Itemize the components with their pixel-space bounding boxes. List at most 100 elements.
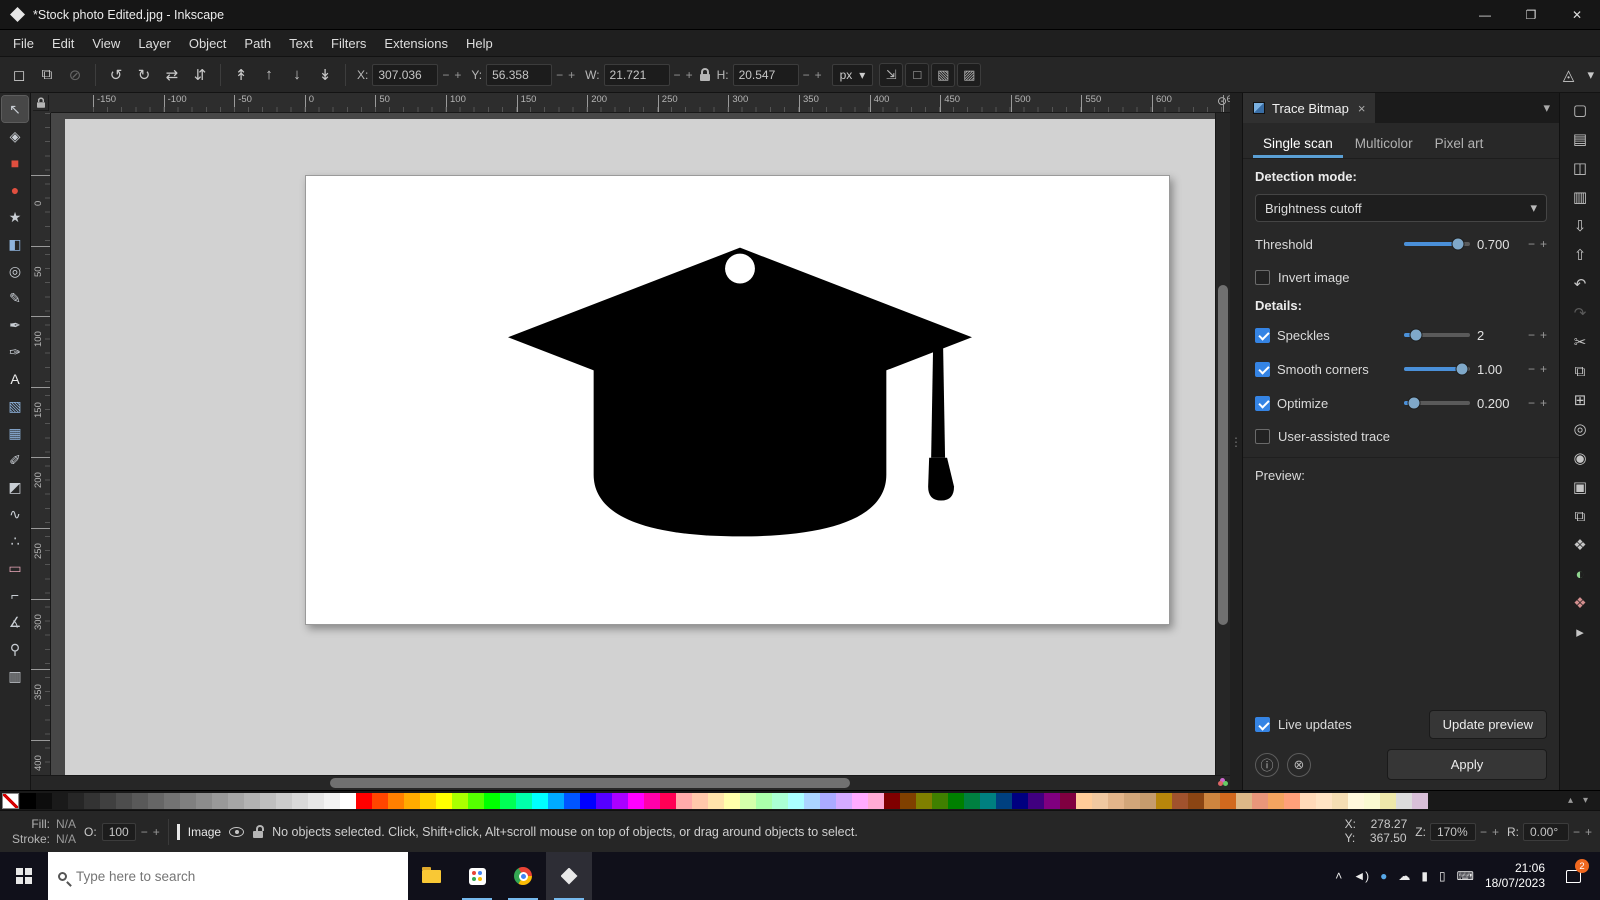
rotation-input[interactable]: 0.00°	[1523, 823, 1569, 841]
menu-path[interactable]: Path	[235, 36, 280, 51]
close-button[interactable]: ✕	[1554, 0, 1600, 29]
document-save-icon[interactable]: ◫	[1568, 156, 1592, 180]
color-swatch[interactable]	[1156, 793, 1172, 809]
color-swatch[interactable]	[228, 793, 244, 809]
color-swatch[interactable]	[884, 793, 900, 809]
color-swatch[interactable]	[1236, 793, 1252, 809]
optimize-value[interactable]: 0.200	[1477, 396, 1521, 411]
vertical-scrollbar[interactable]	[1215, 113, 1230, 775]
invert-image-checkbox[interactable]	[1255, 270, 1270, 285]
taskbar-app-grid[interactable]	[454, 852, 500, 900]
guide-lock-corner[interactable]	[33, 95, 49, 111]
flip-horizontal-icon[interactable]: ⇄	[159, 62, 185, 88]
increment-button[interactable]: +	[1540, 396, 1547, 410]
color-swatch[interactable]	[868, 793, 884, 809]
action-center-button[interactable]: 2	[1556, 852, 1590, 900]
spiral-tool[interactable]: ◎	[2, 258, 28, 284]
pages-tool[interactable]: ▥	[2, 663, 28, 689]
color-swatch[interactable]	[68, 793, 84, 809]
color-swatch[interactable]	[500, 793, 516, 809]
tray-expand-icon[interactable]: ˄	[1335, 869, 1342, 883]
color-management-corner[interactable]	[1215, 775, 1230, 790]
expander-icon[interactable]: ▸	[1568, 620, 1592, 644]
color-swatch[interactable]	[772, 793, 788, 809]
color-swatch[interactable]	[1412, 793, 1428, 809]
battery-icon[interactable]: ▮	[1421, 869, 1428, 883]
decrement-button[interactable]: −	[1528, 237, 1535, 251]
color-swatch[interactable]	[852, 793, 868, 809]
smooth-corners-value[interactable]: 1.00	[1477, 362, 1521, 377]
menu-filters[interactable]: Filters	[322, 36, 375, 51]
smooth-corners-slider[interactable]	[1404, 367, 1470, 371]
flip-vertical-icon[interactable]: ⇵	[187, 62, 213, 88]
mesh-gradient-tool[interactable]: ▦	[2, 420, 28, 446]
width-input[interactable]	[604, 64, 670, 86]
increment-button[interactable]: +	[454, 68, 461, 82]
live-updates-checkbox[interactable]	[1255, 717, 1270, 732]
raise-icon[interactable]: ↑	[256, 62, 282, 88]
color-swatch[interactable]	[532, 793, 548, 809]
dropper-tool[interactable]: ✐	[2, 447, 28, 473]
taskbar-file-explorer[interactable]	[408, 852, 454, 900]
color-swatch[interactable]	[452, 793, 468, 809]
color-swatch[interactable]	[212, 793, 228, 809]
tab-pixel-art[interactable]: Pixel art	[1425, 131, 1494, 158]
color-swatch[interactable]	[964, 793, 980, 809]
lower-icon[interactable]: ↓	[284, 62, 310, 88]
color-swatch[interactable]	[1028, 793, 1044, 809]
calligraphy-tool[interactable]: ✑	[2, 339, 28, 365]
unit-selector[interactable]: px ▾	[832, 64, 874, 86]
trace-bitmap-panel-tab[interactable]: Trace Bitmap ×	[1243, 93, 1375, 123]
color-swatch[interactable]	[644, 793, 660, 809]
color-swatch[interactable]	[1124, 793, 1140, 809]
document-new-icon[interactable]: ▢	[1568, 98, 1592, 122]
color-swatch[interactable]	[1300, 793, 1316, 809]
horizontal-scrollbar-thumb[interactable]	[330, 778, 850, 788]
height-input[interactable]	[733, 64, 799, 86]
y-position-input[interactable]	[486, 64, 552, 86]
color-swatch[interactable]	[980, 793, 996, 809]
palette-scroll-down-icon[interactable]: ▾	[1583, 795, 1588, 806]
color-swatch[interactable]	[468, 793, 484, 809]
x-position-input[interactable]	[372, 64, 438, 86]
color-swatch[interactable]	[628, 793, 644, 809]
duplicate-icon[interactable]: ⧉	[1568, 504, 1592, 528]
lower-to-bottom-icon[interactable]: ↡	[312, 62, 338, 88]
pen-tool[interactable]: ✒	[2, 312, 28, 338]
speckles-value[interactable]: 2	[1477, 328, 1521, 343]
decrement-button[interactable]: −	[1480, 825, 1487, 839]
increment-button[interactable]: +	[153, 825, 160, 839]
color-swatch[interactable]	[420, 793, 436, 809]
increment-button[interactable]: +	[1492, 825, 1499, 839]
copy-icon[interactable]: ⧉	[1568, 359, 1592, 383]
color-swatch[interactable]	[292, 793, 308, 809]
color-swatch[interactable]	[1380, 793, 1396, 809]
panel-splitter[interactable]: ⋮	[1230, 93, 1242, 790]
layer-lock-icon[interactable]	[252, 825, 264, 838]
cut-icon[interactable]: ✂	[1568, 330, 1592, 354]
color-swatch[interactable]	[1108, 793, 1124, 809]
menu-layer[interactable]: Layer	[129, 36, 180, 51]
color-swatch[interactable]	[372, 793, 388, 809]
move-gradients-toggle[interactable]: ▧	[931, 63, 955, 87]
paste-icon[interactable]: ⊞	[1568, 388, 1592, 412]
menu-help[interactable]: Help	[457, 36, 502, 51]
color-swatch[interactable]	[900, 793, 916, 809]
color-swatch[interactable]	[1220, 793, 1236, 809]
star-tool[interactable]: ★	[2, 204, 28, 230]
chevron-down-icon[interactable]: ▾	[1587, 67, 1594, 83]
optimize-checkbox[interactable]	[1255, 396, 1270, 411]
ellipse-tool[interactable]: ●	[2, 177, 28, 203]
increment-button[interactable]: +	[815, 68, 822, 82]
threshold-value[interactable]: 0.700	[1477, 237, 1521, 252]
zoom-tool[interactable]: ⚲	[2, 636, 28, 662]
zoom-selection-icon[interactable]: ◎	[1568, 417, 1592, 441]
tab-single-scan[interactable]: Single scan	[1253, 131, 1343, 158]
color-swatch[interactable]	[708, 793, 724, 809]
color-swatch[interactable]	[820, 793, 836, 809]
optimize-slider[interactable]	[1404, 401, 1470, 405]
separator[interactable]	[95, 64, 96, 86]
color-swatch[interactable]	[340, 793, 356, 809]
menu-view[interactable]: View	[83, 36, 129, 51]
connector-tool[interactable]: ⌐	[2, 582, 28, 608]
